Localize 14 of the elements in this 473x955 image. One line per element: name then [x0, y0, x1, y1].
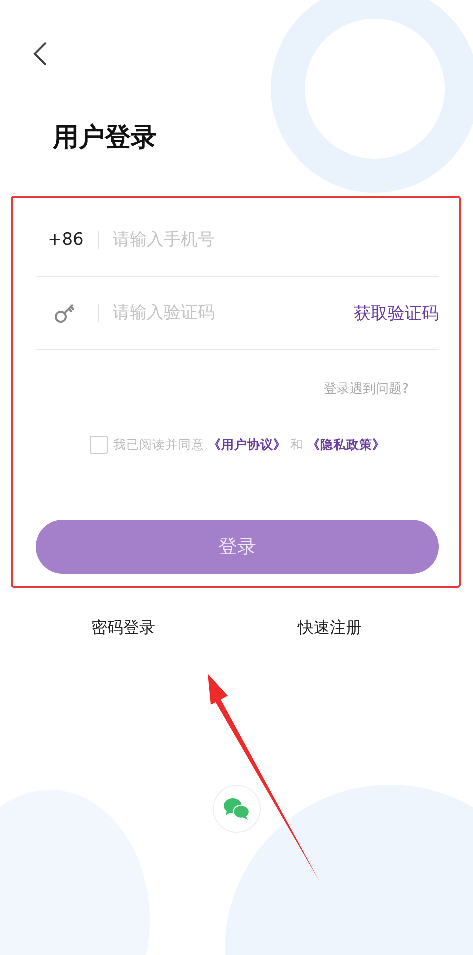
country-code[interactable]: +86	[36, 230, 98, 250]
chat-bubbles-icon	[222, 797, 250, 821]
page-title: 用户登录	[53, 122, 158, 155]
privacy-policy-link[interactable]: 《隐私政策》	[307, 436, 386, 452]
user-agreement-link[interactable]: 《用户协议》	[208, 436, 287, 452]
wechat-login-button[interactable]	[212, 785, 260, 833]
agreement-text: 我已阅读并同意 《用户协议》 和 《隐私政策》	[114, 436, 386, 454]
code-input-field[interactable]: 请输入验证码	[111, 302, 354, 324]
phone-input-field[interactable]: 请输入手机号	[111, 229, 439, 251]
key-icon	[54, 302, 76, 324]
agreement-checkbox[interactable]	[90, 436, 108, 454]
register-link[interactable]: 快速注册	[226, 614, 433, 643]
get-code-button[interactable]: 获取验证码	[354, 302, 439, 324]
password-login-link[interactable]: 密码登录	[20, 614, 226, 643]
